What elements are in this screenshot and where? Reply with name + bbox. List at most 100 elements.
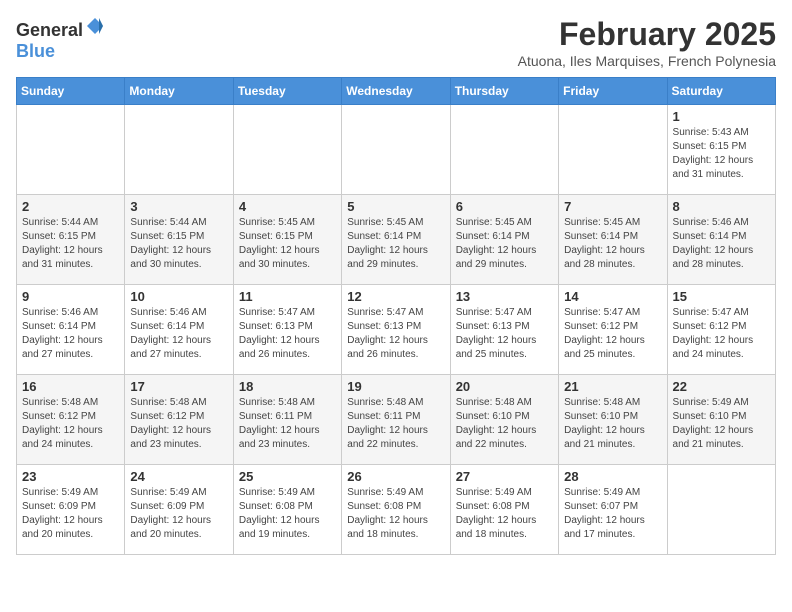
- calendar-cell: 6Sunrise: 5:45 AM Sunset: 6:14 PM Daylig…: [450, 195, 558, 285]
- calendar-cell: 7 Sunrise: 5:45 AM Sunset: 6:14 PM Daylig…: [559, 195, 667, 285]
- header-day-thursday: Thursday: [450, 78, 558, 105]
- calendar-cell: 9 Sunrise: 5:46 AM Sunset: 6:14 PM Daylig…: [17, 285, 125, 375]
- calendar-cell: [667, 465, 775, 555]
- calendar-cell: 14 Sunrise: 5:47 AM Sunset: 6:12 PM Dayli…: [559, 285, 667, 375]
- day-info: Sunrise: 5:46 AM Sunset: 6:14 PM Dayligh…: [130, 306, 227, 362]
- day-number: 24: [130, 469, 227, 484]
- day-number: 23: [22, 469, 119, 484]
- day-info: Sunrise: 5:47 AM Sunset: 6:12 PM Dayligh…: [564, 306, 661, 362]
- day-number: 17: [130, 379, 227, 394]
- day-number: 4: [239, 199, 336, 214]
- location-subtitle: Atuona, Iles Marquises, French Polynesia: [518, 53, 776, 69]
- calendar-cell: 19Sunrise: 5:48 AM Sunset: 6:11 PM Dayli…: [342, 375, 450, 465]
- day-info: Sunrise: 5:49 AM Sunset: 6:07 PM Dayligh…: [564, 486, 661, 542]
- logo-icon: [85, 16, 105, 36]
- day-info: Sunrise: 5:49 AM Sunset: 6:08 PM Dayligh…: [347, 486, 444, 542]
- day-number: 7: [564, 199, 661, 214]
- calendar-cell: 8Sunrise: 5:46 AM Sunset: 6:14 PM Daylig…: [667, 195, 775, 285]
- header-day-wednesday: Wednesday: [342, 78, 450, 105]
- calendar-cell: 23 Sunrise: 5:49 AM Sunset: 6:09 PM Dayli…: [17, 465, 125, 555]
- day-info: Sunrise: 5:48 AM Sunset: 6:10 PM Dayligh…: [456, 396, 553, 452]
- logo: General Blue: [16, 16, 105, 62]
- day-number: 11: [239, 289, 336, 304]
- day-info: Sunrise: 5:47 AM Sunset: 6:13 PM Dayligh…: [347, 306, 444, 362]
- day-number: 10: [130, 289, 227, 304]
- day-info: Sunrise: 5:43 AM Sunset: 6:15 PM Dayligh…: [673, 126, 770, 182]
- week-row-3: 9 Sunrise: 5:46 AM Sunset: 6:14 PM Daylig…: [17, 285, 776, 375]
- day-number: 27: [456, 469, 553, 484]
- day-number: 15: [673, 289, 770, 304]
- calendar-cell: 3 Sunrise: 5:44 AM Sunset: 6:15 PM Daylig…: [125, 195, 233, 285]
- header-day-monday: Monday: [125, 78, 233, 105]
- calendar-cell: 11 Sunrise: 5:47 AM Sunset: 6:13 PM Dayli…: [233, 285, 341, 375]
- title-block: February 2025 Atuona, Iles Marquises, Fr…: [518, 16, 776, 69]
- week-row-1: 1 Sunrise: 5:43 AM Sunset: 6:15 PM Daylig…: [17, 105, 776, 195]
- day-number: 20: [456, 379, 553, 394]
- calendar-cell: [559, 105, 667, 195]
- week-row-4: 16 Sunrise: 5:48 AM Sunset: 6:12 PM Dayli…: [17, 375, 776, 465]
- calendar-cell: 5 Sunrise: 5:45 AM Sunset: 6:14 PM Daylig…: [342, 195, 450, 285]
- day-info: Sunrise: 5:48 AM Sunset: 6:12 PM Dayligh…: [130, 396, 227, 452]
- day-info: Sunrise: 5:46 AM Sunset: 6:14 PM Dayligh…: [673, 216, 770, 272]
- day-number: 13: [456, 289, 553, 304]
- day-info: Sunrise: 5:47 AM Sunset: 6:13 PM Dayligh…: [239, 306, 336, 362]
- day-number: 25: [239, 469, 336, 484]
- calendar-cell: [17, 105, 125, 195]
- calendar-cell: 17 Sunrise: 5:48 AM Sunset: 6:12 PM Dayli…: [125, 375, 233, 465]
- day-info: Sunrise: 5:47 AM Sunset: 6:13 PM Dayligh…: [456, 306, 553, 362]
- day-info: Sunrise: 5:49 AM Sunset: 6:08 PM Dayligh…: [239, 486, 336, 542]
- header-day-sunday: Sunday: [17, 78, 125, 105]
- week-row-2: 2 Sunrise: 5:44 AM Sunset: 6:15 PM Daylig…: [17, 195, 776, 285]
- day-info: Sunrise: 5:49 AM Sunset: 6:09 PM Dayligh…: [130, 486, 227, 542]
- calendar-cell: 28 Sunrise: 5:49 AM Sunset: 6:07 PM Dayli…: [559, 465, 667, 555]
- calendar-cell: 21 Sunrise: 5:48 AM Sunset: 6:10 PM Dayli…: [559, 375, 667, 465]
- calendar-cell: [342, 105, 450, 195]
- day-info: Sunrise: 5:47 AM Sunset: 6:12 PM Dayligh…: [673, 306, 770, 362]
- calendar-cell: 24 Sunrise: 5:49 AM Sunset: 6:09 PM Dayli…: [125, 465, 233, 555]
- header-day-friday: Friday: [559, 78, 667, 105]
- day-info: Sunrise: 5:49 AM Sunset: 6:09 PM Dayligh…: [22, 486, 119, 542]
- day-info: Sunrise: 5:46 AM Sunset: 6:14 PM Dayligh…: [22, 306, 119, 362]
- day-info: Sunrise: 5:49 AM Sunset: 6:10 PM Dayligh…: [673, 396, 770, 452]
- day-number: 28: [564, 469, 661, 484]
- calendar-cell: [233, 105, 341, 195]
- calendar-cell: 1 Sunrise: 5:43 AM Sunset: 6:15 PM Daylig…: [667, 105, 775, 195]
- day-info: Sunrise: 5:48 AM Sunset: 6:10 PM Dayligh…: [564, 396, 661, 452]
- page-header: General Blue February 2025 Atuona, Iles …: [16, 16, 776, 69]
- header-day-tuesday: Tuesday: [233, 78, 341, 105]
- calendar-cell: 13 Sunrise: 5:47 AM Sunset: 6:13 PM Dayli…: [450, 285, 558, 375]
- day-number: 22: [673, 379, 770, 394]
- calendar-cell: [125, 105, 233, 195]
- calendar-cell: 4 Sunrise: 5:45 AM Sunset: 6:15 PM Daylig…: [233, 195, 341, 285]
- day-number: 16: [22, 379, 119, 394]
- day-number: 9: [22, 289, 119, 304]
- calendar-cell: 12 Sunrise: 5:47 AM Sunset: 6:13 PM Dayli…: [342, 285, 450, 375]
- day-number: 3: [130, 199, 227, 214]
- day-number: 1: [673, 109, 770, 124]
- header-row: SundayMondayTuesdayWednesdayThursdayFrid…: [17, 78, 776, 105]
- header-day-saturday: Saturday: [667, 78, 775, 105]
- day-number: 26: [347, 469, 444, 484]
- day-number: 2: [22, 199, 119, 214]
- week-row-5: 23 Sunrise: 5:49 AM Sunset: 6:09 PM Dayli…: [17, 465, 776, 555]
- calendar-cell: 25 Sunrise: 5:49 AM Sunset: 6:08 PM Dayli…: [233, 465, 341, 555]
- calendar-cell: 27Sunrise: 5:49 AM Sunset: 6:08 PM Dayli…: [450, 465, 558, 555]
- calendar-cell: 2 Sunrise: 5:44 AM Sunset: 6:15 PM Daylig…: [17, 195, 125, 285]
- calendar-cell: 10 Sunrise: 5:46 AM Sunset: 6:14 PM Dayli…: [125, 285, 233, 375]
- day-number: 5: [347, 199, 444, 214]
- day-info: Sunrise: 5:44 AM Sunset: 6:15 PM Dayligh…: [22, 216, 119, 272]
- day-info: Sunrise: 5:44 AM Sunset: 6:15 PM Dayligh…: [130, 216, 227, 272]
- calendar-cell: [450, 105, 558, 195]
- day-info: Sunrise: 5:48 AM Sunset: 6:12 PM Dayligh…: [22, 396, 119, 452]
- day-number: 14: [564, 289, 661, 304]
- logo-text-general: General: [16, 20, 83, 40]
- day-info: Sunrise: 5:45 AM Sunset: 6:15 PM Dayligh…: [239, 216, 336, 272]
- day-number: 21: [564, 379, 661, 394]
- calendar-cell: 15 Sunrise: 5:47 AM Sunset: 6:12 PM Dayli…: [667, 285, 775, 375]
- day-info: Sunrise: 5:48 AM Sunset: 6:11 PM Dayligh…: [347, 396, 444, 452]
- calendar-cell: 18Sunrise: 5:48 AM Sunset: 6:11 PM Dayli…: [233, 375, 341, 465]
- day-info: Sunrise: 5:45 AM Sunset: 6:14 PM Dayligh…: [347, 216, 444, 272]
- day-info: Sunrise: 5:45 AM Sunset: 6:14 PM Dayligh…: [564, 216, 661, 272]
- logo-text-blue: Blue: [16, 41, 55, 61]
- day-number: 12: [347, 289, 444, 304]
